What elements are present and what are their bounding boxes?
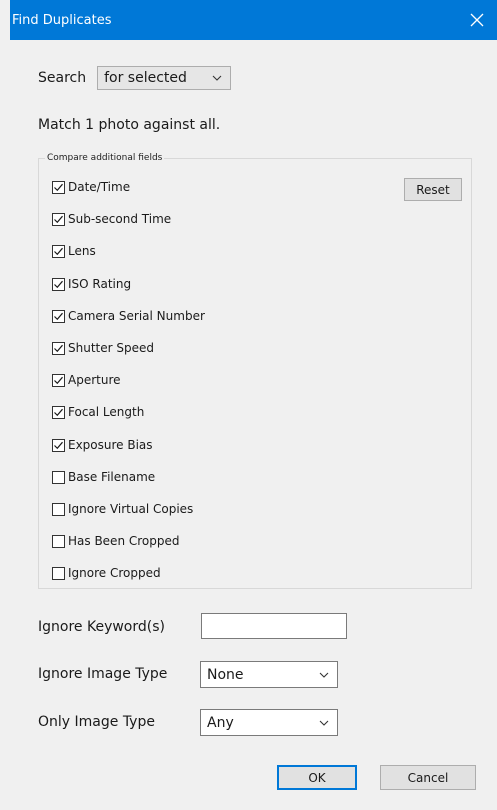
search-row: Search for selected <box>38 66 232 90</box>
checkbox-checked[interactable] <box>52 405 65 419</box>
ignore-keywords-field[interactable] <box>201 613 347 639</box>
search-label: Search <box>38 70 87 86</box>
compare-field-checkbox[interactable]: Date/Time <box>52 180 130 194</box>
checkmark-icon <box>54 280 63 288</box>
ok-button[interactable]: OK <box>277 765 357 790</box>
checkbox-checked[interactable] <box>52 309 65 323</box>
compare-field-checkbox[interactable]: Aperture <box>52 373 121 387</box>
find-duplicates-dialog: Find Duplicates Search for selected Matc… <box>10 0 497 810</box>
close-icon <box>470 13 484 27</box>
checkmark-icon <box>54 215 63 223</box>
checkmark-icon <box>54 312 63 320</box>
checkmark-icon <box>54 344 63 352</box>
compare-fields-legend: Compare additional fields <box>47 153 163 163</box>
compare-field-checkbox[interactable]: Lens <box>52 244 96 258</box>
search-dropdown[interactable]: for selected <box>97 66 232 90</box>
compare-field-label: Shutter Speed <box>68 341 154 355</box>
compare-field-label: Date/Time <box>68 180 131 194</box>
compare-field-checkbox[interactable]: Camera Serial Number <box>52 309 205 323</box>
only-image-type-value: Any <box>207 714 234 731</box>
ignore-keywords-input[interactable] <box>202 614 346 638</box>
checkbox-checked[interactable] <box>52 373 65 387</box>
compare-field-checkbox[interactable]: Ignore Cropped <box>52 566 161 580</box>
match-description: Match 1 photo against all. <box>38 117 221 133</box>
checkbox-checked[interactable] <box>52 277 65 291</box>
chevron-down-icon <box>212 75 222 81</box>
ignore-image-type-label: Ignore Image Type <box>38 666 168 682</box>
compare-field-label: Sub-second Time <box>68 212 172 226</box>
compare-field-label: Exposure Bias <box>68 438 153 452</box>
compare-field-label: ISO Rating <box>68 277 132 291</box>
compare-field-checkbox[interactable]: Has Been Cropped <box>52 534 180 548</box>
ignore-image-type-value: None <box>207 666 244 683</box>
compare-field-checkbox[interactable]: Base Filename <box>52 470 155 484</box>
chevron-down-icon <box>319 672 329 678</box>
only-image-type-label: Only Image Type <box>38 714 155 730</box>
compare-field-label: Has Been Cropped <box>68 534 180 548</box>
checkbox-checked[interactable] <box>52 180 65 194</box>
compare-field-label: Camera Serial Number <box>68 309 205 323</box>
compare-field-checkbox[interactable]: Exposure Bias <box>52 438 153 452</box>
checkbox-unchecked[interactable] <box>52 534 65 548</box>
compare-field-label: Lens <box>68 244 96 258</box>
title-bar[interactable]: Find Duplicates <box>10 0 497 40</box>
cancel-button[interactable]: Cancel <box>380 765 476 790</box>
compare-field-label: Base Filename <box>68 470 156 484</box>
checkmark-icon <box>54 376 63 384</box>
compare-field-label: Focal Length <box>68 405 145 419</box>
checkbox-checked[interactable] <box>52 341 65 355</box>
ignore-keywords-label: Ignore Keyword(s) <box>38 619 165 635</box>
checkmark-icon <box>54 441 63 449</box>
compare-field-checkbox[interactable]: Shutter Speed <box>52 341 154 355</box>
checkmark-icon <box>54 408 63 416</box>
compare-field-checkbox[interactable]: Focal Length <box>52 405 144 419</box>
only-image-type-dropdown[interactable]: Any <box>200 709 338 736</box>
checkbox-unchecked[interactable] <box>52 566 65 580</box>
checkbox-checked[interactable] <box>52 244 65 258</box>
compare-field-checkbox[interactable]: Sub-second Time <box>52 212 171 226</box>
close-button[interactable] <box>457 0 497 40</box>
compare-field-label: Aperture <box>68 373 121 387</box>
compare-field-checkbox[interactable]: Ignore Virtual Copies <box>52 502 193 516</box>
compare-field-label: Ignore Virtual Copies <box>68 502 194 516</box>
window-title: Find Duplicates <box>12 12 112 28</box>
chevron-down-icon <box>319 720 329 726</box>
reset-button[interactable]: Reset <box>404 178 462 201</box>
checkmark-icon <box>54 247 63 255</box>
checkbox-checked[interactable] <box>52 438 65 452</box>
checkmark-icon <box>54 183 63 191</box>
search-dropdown-value: for selected <box>104 70 187 86</box>
checkbox-unchecked[interactable] <box>52 470 65 484</box>
compare-field-checkbox[interactable]: ISO Rating <box>52 277 131 291</box>
compare-field-label: Ignore Cropped <box>68 566 161 580</box>
checkbox-checked[interactable] <box>52 212 65 226</box>
checkbox-unchecked[interactable] <box>52 502 65 516</box>
ignore-image-type-dropdown[interactable]: None <box>200 661 338 688</box>
